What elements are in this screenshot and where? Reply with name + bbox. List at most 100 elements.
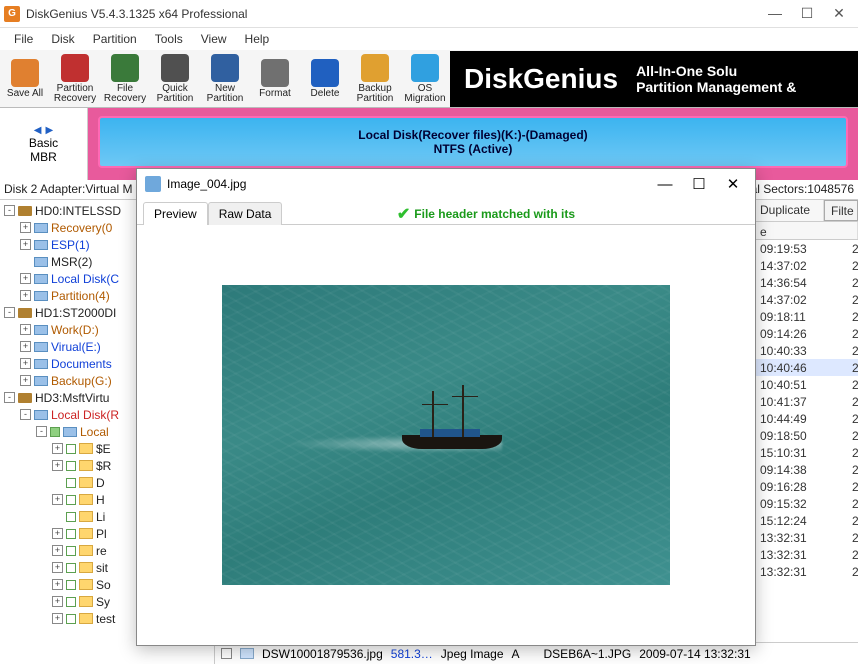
cell-extra: 2 — [846, 412, 858, 426]
expand-toggle[interactable]: + — [20, 358, 31, 369]
expand-toggle[interactable]: - — [20, 409, 31, 420]
expand-toggle[interactable]: + — [20, 222, 31, 233]
tool-new-partition[interactable]: New Partition — [200, 51, 250, 107]
folder-icon — [79, 579, 93, 590]
tree-label: test — [96, 612, 115, 626]
volume-icon — [34, 223, 48, 233]
preview-maximize-button[interactable]: ☐ — [685, 175, 713, 193]
toolbar: Save All Partition RecoveryFile RecoveryQ… — [0, 50, 858, 108]
preview-minimize-button[interactable]: — — [651, 176, 679, 193]
tree-label: MSR(2) — [51, 255, 92, 269]
cell-time: 14:36:54 — [754, 276, 846, 290]
expand-toggle[interactable]: + — [20, 341, 31, 352]
checkbox[interactable] — [66, 580, 76, 590]
expand-toggle[interactable]: + — [20, 324, 31, 335]
checkbox[interactable] — [66, 614, 76, 624]
checkbox[interactable] — [66, 597, 76, 607]
tool-icon — [11, 59, 39, 87]
filter-button[interactable]: Filte — [824, 200, 858, 221]
folder-icon — [79, 494, 93, 505]
tab-raw-data[interactable]: Raw Data — [208, 202, 283, 225]
expand-toggle[interactable]: - — [4, 307, 15, 318]
expand-toggle[interactable]: + — [52, 613, 63, 624]
tool-format[interactable]: Format — [250, 51, 300, 107]
maximize-button[interactable]: ☐ — [800, 5, 814, 22]
expand-toggle[interactable]: - — [4, 205, 15, 216]
cell-time: 09:18:50 — [754, 429, 846, 443]
volume-icon — [63, 427, 77, 437]
tree-label: Documents — [51, 357, 112, 371]
col-duplicate[interactable]: Duplicate — [754, 200, 824, 221]
tool-delete[interactable]: Delete — [300, 51, 350, 107]
minimize-button[interactable]: — — [768, 5, 782, 22]
file-date: 2009-07-14 13:32:31 — [639, 647, 750, 661]
expand-toggle[interactable]: + — [52, 596, 63, 607]
expand-toggle[interactable]: - — [36, 426, 47, 437]
tool-label: Save All — [7, 89, 43, 99]
cell-extra: 2 — [846, 327, 858, 341]
cell-time: 10:41:37 — [754, 395, 846, 409]
expand-toggle[interactable]: + — [52, 562, 63, 573]
menu-view[interactable]: View — [193, 30, 235, 48]
nav-next-icon[interactable]: ▶ — [46, 125, 54, 136]
volume-icon — [34, 342, 48, 352]
tool-quick-partition[interactable]: Quick Partition — [150, 51, 200, 107]
volume-icon — [34, 240, 48, 250]
expand-toggle[interactable]: + — [52, 579, 63, 590]
expand-toggle[interactable]: + — [20, 239, 31, 250]
cell-time: 15:12:24 — [754, 514, 846, 528]
tree-label: So — [96, 578, 111, 592]
menu-partition[interactable]: Partition — [85, 30, 145, 48]
window-controls: — ☐ ✕ — [768, 5, 854, 22]
row-checkbox[interactable] — [221, 648, 232, 659]
checkbox[interactable] — [66, 529, 76, 539]
checkbox[interactable] — [66, 461, 76, 471]
checkbox[interactable] — [66, 546, 76, 556]
cell-extra: 2 — [846, 497, 858, 511]
close-button[interactable]: ✕ — [832, 5, 846, 22]
cell-extra: 2 — [846, 344, 858, 358]
disk-icon — [18, 206, 32, 216]
expand-toggle[interactable]: + — [52, 443, 63, 454]
checkbox[interactable] — [66, 444, 76, 454]
tool-save-all[interactable]: Save All — [0, 51, 50, 107]
partition-fs: NTFS (Active) — [434, 142, 513, 156]
tool-icon — [411, 54, 439, 82]
expand-toggle[interactable]: - — [4, 392, 15, 403]
expand-toggle[interactable]: + — [52, 528, 63, 539]
window-title: DiskGenius V5.4.3.1325 x64 Professional — [26, 7, 768, 21]
expand-toggle[interactable]: + — [52, 494, 63, 505]
expand-toggle[interactable]: + — [52, 545, 63, 556]
checkbox[interactable] — [66, 478, 76, 488]
cell-extra: 2 — [846, 378, 858, 392]
tool-os-migration[interactable]: OS Migration — [400, 51, 450, 107]
expand-toggle[interactable]: + — [20, 375, 31, 386]
col-e[interactable]: e — [754, 222, 858, 239]
titlebar: G DiskGenius V5.4.3.1325 x64 Professiona… — [0, 0, 858, 28]
menu-disk[interactable]: Disk — [43, 30, 82, 48]
cell-time: 09:15:32 — [754, 497, 846, 511]
tool-label: Quick Partition — [150, 84, 200, 104]
cell-time: 14:37:02 — [754, 293, 846, 307]
menu-tools[interactable]: Tools — [147, 30, 191, 48]
expand-toggle[interactable]: + — [20, 273, 31, 284]
checkbox[interactable] — [50, 427, 60, 437]
tree-label: Local Disk(C — [51, 272, 119, 286]
nav-prev-icon[interactable]: ◀ — [34, 125, 42, 136]
checkbox[interactable] — [66, 495, 76, 505]
checkbox[interactable] — [66, 512, 76, 522]
tool-icon — [261, 59, 289, 87]
expand-toggle[interactable]: + — [52, 460, 63, 471]
menu-help[interactable]: Help — [237, 30, 278, 48]
expand-toggle[interactable]: + — [20, 290, 31, 301]
tool-file-recovery[interactable]: File Recovery — [100, 51, 150, 107]
tool-partition-recovery[interactable]: Partition Recovery — [50, 51, 100, 107]
preview-close-button[interactable]: ✕ — [719, 175, 747, 193]
checkmark-icon: ✔ — [397, 204, 410, 224]
partition-block[interactable]: Local Disk(Recover files)(K:)-(Damaged) … — [98, 116, 848, 168]
menu-file[interactable]: File — [6, 30, 41, 48]
checkbox[interactable] — [66, 563, 76, 573]
tab-preview[interactable]: Preview — [143, 202, 208, 225]
folder-icon — [79, 511, 93, 522]
tool-backup-partition[interactable]: Backup Partition — [350, 51, 400, 107]
